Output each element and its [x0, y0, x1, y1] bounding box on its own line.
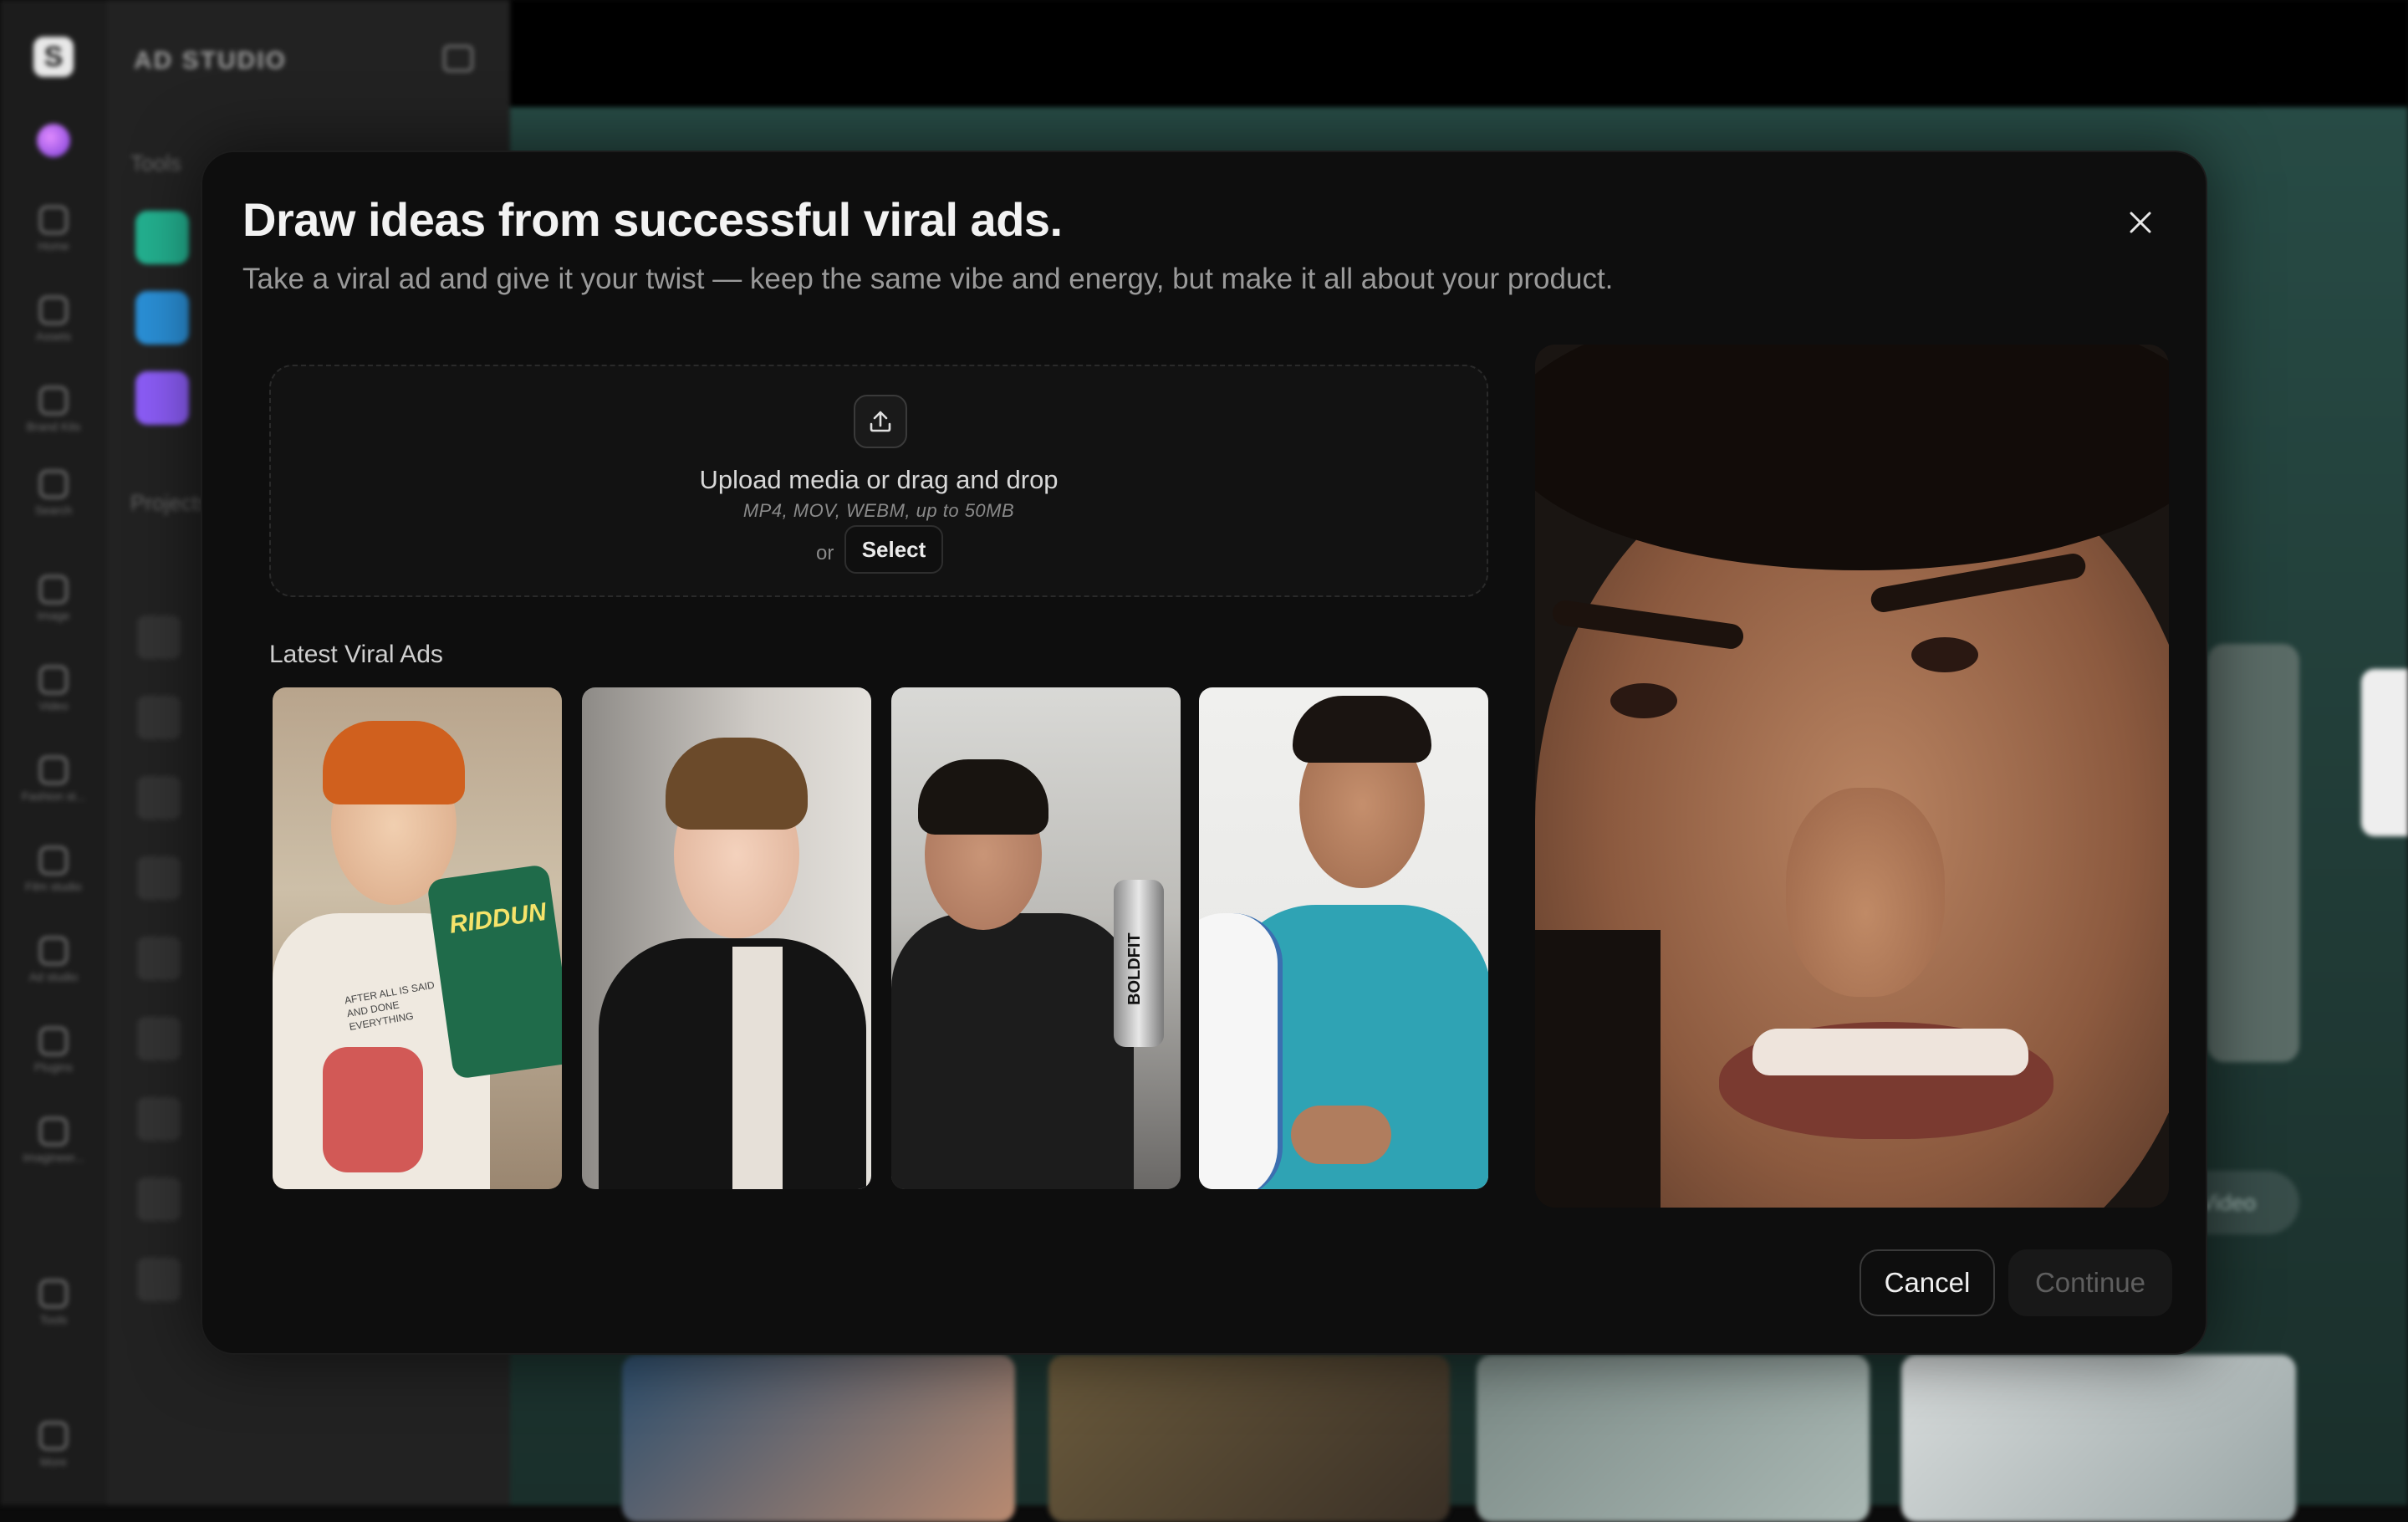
upload-icon	[854, 395, 907, 448]
product-bottle	[1199, 913, 1283, 1189]
preview-hair	[1535, 345, 2169, 570]
film-icon	[39, 846, 68, 875]
ad-studio-icon	[39, 937, 68, 965]
shaker-bottle: BOLDFIT	[1114, 880, 1164, 1047]
rail-item-more[interactable]: More	[0, 1422, 107, 1468]
close-icon	[2130, 212, 2151, 233]
viral-ad-tee[interactable]	[1199, 687, 1488, 1189]
upload-title: Upload media or drag and drop	[699, 465, 1059, 494]
modal-title: Draw ideas from successful viral ads.	[242, 193, 1063, 246]
hair	[1293, 696, 1431, 763]
upload-formats: MP4, MOV, WEBM, up to 50MB	[742, 500, 1015, 521]
project-row[interactable]	[137, 1097, 181, 1141]
shirt-print	[323, 1047, 423, 1172]
nav-rail: S Home Assets Brand Kits Search Image Vi…	[0, 0, 107, 1505]
fashion-icon	[39, 756, 68, 784]
rail-item-imagineer[interactable]: Imagineer...	[0, 1117, 107, 1164]
rail-item-brand-kits[interactable]: Brand Kits	[0, 386, 107, 433]
rail-item-plugins[interactable]: Plugins	[0, 1027, 107, 1074]
tank-top	[891, 913, 1134, 1189]
project-row[interactable]	[137, 696, 181, 739]
shaker-text: BOLDFIT	[1125, 932, 1144, 1005]
projects-heading: Projects	[130, 490, 209, 515]
modal-subtitle: Take a viral ad and give it your twist —…	[242, 263, 1614, 295]
viral-ad-shaker[interactable]: BOLDFIT	[891, 687, 1181, 1189]
close-button[interactable]	[2117, 199, 2164, 246]
collapse-panel-icon[interactable]	[443, 45, 473, 72]
select-file-button[interactable]: Select	[844, 525, 943, 574]
background-thumbnail	[1048, 1355, 1450, 1522]
background-thumbnail	[622, 1355, 1015, 1522]
hand	[1291, 1106, 1391, 1164]
project-row[interactable]	[137, 1258, 181, 1301]
rail-item-image[interactable]: Image	[0, 575, 107, 622]
viral-ad-jacket[interactable]	[582, 687, 871, 1189]
project-row[interactable]	[137, 856, 181, 900]
image-icon	[39, 575, 68, 604]
tool-tile-purple[interactable]	[135, 371, 189, 425]
side-toggle-button[interactable]	[2361, 669, 2408, 836]
tool-tile-blue[interactable]	[135, 291, 189, 345]
rail-item-home[interactable]: Home	[0, 206, 107, 253]
more-icon	[39, 1422, 68, 1450]
tee	[732, 947, 783, 1189]
assets-icon	[39, 296, 68, 324]
viral-ad-chips[interactable]: RIDDUN AFTER ALL IS SAID AND DONE EVERYT…	[273, 687, 562, 1189]
viral-ad-modal: Draw ideas from successful viral ads. Ta…	[201, 151, 2207, 1355]
project-row[interactable]	[137, 615, 181, 659]
rail-item-assets[interactable]: Assets	[0, 296, 107, 343]
home-icon	[39, 206, 68, 234]
video-icon	[39, 666, 68, 694]
project-row[interactable]	[137, 1177, 181, 1221]
project-row[interactable]	[137, 937, 181, 980]
preview-shadow	[1535, 930, 1661, 1208]
hair	[918, 759, 1048, 835]
latest-viral-ads-heading: Latest Viral Ads	[269, 641, 443, 668]
continue-button[interactable]: Continue	[2008, 1249, 2172, 1316]
cancel-button[interactable]: Cancel	[1860, 1249, 1995, 1316]
hair	[666, 738, 808, 830]
tools-icon	[39, 1279, 68, 1308]
chips-bag-text: RIDDUN	[447, 897, 548, 939]
background-card	[2207, 644, 2299, 1062]
search-icon	[39, 470, 68, 498]
tool-tile-green[interactable]	[135, 211, 189, 264]
avatar[interactable]	[37, 124, 70, 157]
upload-dropzone[interactable]: Upload media or drag and drop MP4, MOV, …	[269, 365, 1488, 597]
imagineer-icon	[39, 1117, 68, 1146]
rail-item-video[interactable]: Video	[0, 666, 107, 712]
plugins-icon	[39, 1027, 68, 1055]
rail-item-film-studio[interactable]: Film studio	[0, 846, 107, 893]
preview-eye-left	[1610, 683, 1677, 718]
upload-or-label: or	[816, 542, 834, 564]
preview-teeth	[1752, 1029, 2028, 1075]
project-row[interactable]	[137, 776, 181, 820]
rail-item-ad-studio[interactable]: Ad studio	[0, 937, 107, 983]
top-bar	[510, 0, 2408, 107]
background-thumbnail	[1477, 1355, 1870, 1522]
rail-item-tools[interactable]: Tools	[0, 1279, 107, 1326]
rail-item-fashion[interactable]: Fashion st...	[0, 756, 107, 803]
app-logo[interactable]: S	[33, 37, 74, 77]
preview-nose	[1786, 788, 1945, 997]
ad-preview-video[interactable]	[1535, 345, 2169, 1208]
rail-item-search[interactable]: Search	[0, 470, 107, 517]
project-row[interactable]	[137, 1017, 181, 1060]
panel-title: AD STUDIO	[134, 47, 287, 74]
tools-heading: Tools	[130, 151, 181, 176]
background-thumbnail	[1901, 1355, 2296, 1522]
hair	[323, 721, 465, 804]
preview-eye-right	[1911, 637, 1978, 672]
brand-kits-icon	[39, 386, 68, 415]
